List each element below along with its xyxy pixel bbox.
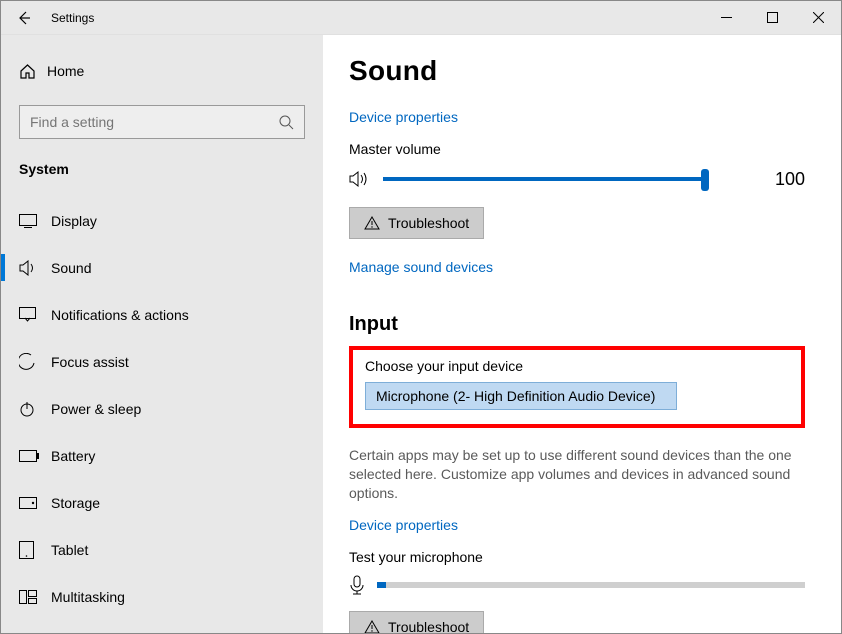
sidebar-item-focus-assist[interactable]: Focus assist	[1, 338, 323, 385]
page-title: Sound	[349, 55, 805, 87]
sidebar-item-label: Sound	[51, 260, 91, 276]
back-button[interactable]	[1, 1, 47, 34]
search-input[interactable]	[30, 114, 279, 130]
volume-icon	[349, 169, 371, 189]
sidebar-item-display[interactable]: Display	[1, 197, 323, 244]
troubleshoot-input-button[interactable]: Troubleshoot	[349, 611, 484, 633]
sidebar-item-notifications[interactable]: Notifications & actions	[1, 291, 323, 338]
tablet-icon	[19, 541, 51, 559]
device-properties-input-link[interactable]: Device properties	[349, 517, 805, 533]
sound-icon	[19, 260, 51, 276]
sidebar-item-power-sleep[interactable]: Power & sleep	[1, 385, 323, 432]
storage-icon	[19, 497, 51, 509]
microphone-icon	[349, 575, 365, 595]
input-help-text: Certain apps may be set up to use differ…	[349, 446, 805, 503]
test-mic-label: Test your microphone	[349, 549, 805, 565]
manage-sound-devices-link[interactable]: Manage sound devices	[349, 259, 805, 275]
warning-icon	[364, 216, 380, 230]
sidebar-item-label: Notifications & actions	[51, 307, 189, 323]
sidebar-item-storage[interactable]: Storage	[1, 479, 323, 526]
search-icon	[279, 115, 294, 130]
sidebar: Home System Display Sound Notifications …	[1, 35, 323, 633]
sidebar-item-sound[interactable]: Sound	[1, 244, 323, 291]
warning-icon	[364, 620, 380, 633]
slider-thumb[interactable]	[701, 169, 709, 191]
home-icon	[19, 63, 47, 80]
home-button[interactable]: Home	[19, 51, 323, 91]
sidebar-nav: Display Sound Notifications & actions Fo…	[1, 197, 323, 620]
mic-level-bar	[377, 582, 805, 588]
sidebar-item-label: Focus assist	[51, 354, 129, 370]
sidebar-item-label: Storage	[51, 495, 100, 511]
input-heading: Input	[349, 313, 805, 336]
close-button[interactable]	[795, 1, 841, 34]
power-icon	[19, 401, 51, 417]
input-device-select[interactable]: Microphone (2- High Definition Audio Dev…	[365, 382, 677, 410]
sidebar-item-battery[interactable]: Battery	[1, 432, 323, 479]
sidebar-item-multitasking[interactable]: Multitasking	[1, 573, 323, 620]
master-volume-label: Master volume	[349, 141, 805, 157]
choose-input-label: Choose your input device	[365, 358, 789, 374]
sidebar-heading: System	[1, 153, 323, 187]
display-icon	[19, 214, 51, 228]
sidebar-item-label: Display	[51, 213, 97, 229]
focus-assist-icon	[19, 353, 51, 370]
troubleshoot-label: Troubleshoot	[388, 619, 469, 633]
arrow-left-icon	[16, 10, 32, 26]
titlebar: Settings	[1, 1, 841, 35]
sidebar-item-label: Battery	[51, 448, 95, 464]
sidebar-item-tablet[interactable]: Tablet	[1, 526, 323, 573]
troubleshoot-label: Troubleshoot	[388, 215, 469, 231]
minimize-icon	[721, 12, 732, 23]
sidebar-item-label: Multitasking	[51, 589, 125, 605]
home-label: Home	[47, 63, 84, 79]
content-pane: Sound Device properties Master volume 10…	[323, 35, 841, 633]
minimize-button[interactable]	[703, 1, 749, 34]
multitasking-icon	[19, 590, 51, 604]
window-title: Settings	[47, 11, 703, 25]
troubleshoot-output-button[interactable]: Troubleshoot	[349, 207, 484, 239]
sidebar-item-label: Tablet	[51, 542, 88, 558]
device-properties-link[interactable]: Device properties	[349, 109, 805, 125]
search-box[interactable]	[19, 105, 305, 139]
sidebar-item-label: Power & sleep	[51, 401, 141, 417]
maximize-button[interactable]	[749, 1, 795, 34]
annotation-highlight: Choose your input device Microphone (2- …	[349, 346, 805, 428]
battery-icon	[19, 450, 51, 462]
close-icon	[813, 12, 824, 23]
input-device-selected: Microphone (2- High Definition Audio Dev…	[376, 388, 655, 404]
master-volume-slider[interactable]	[383, 167, 709, 191]
master-volume-value: 100	[767, 169, 805, 190]
notifications-icon	[19, 307, 51, 322]
maximize-icon	[767, 12, 778, 23]
